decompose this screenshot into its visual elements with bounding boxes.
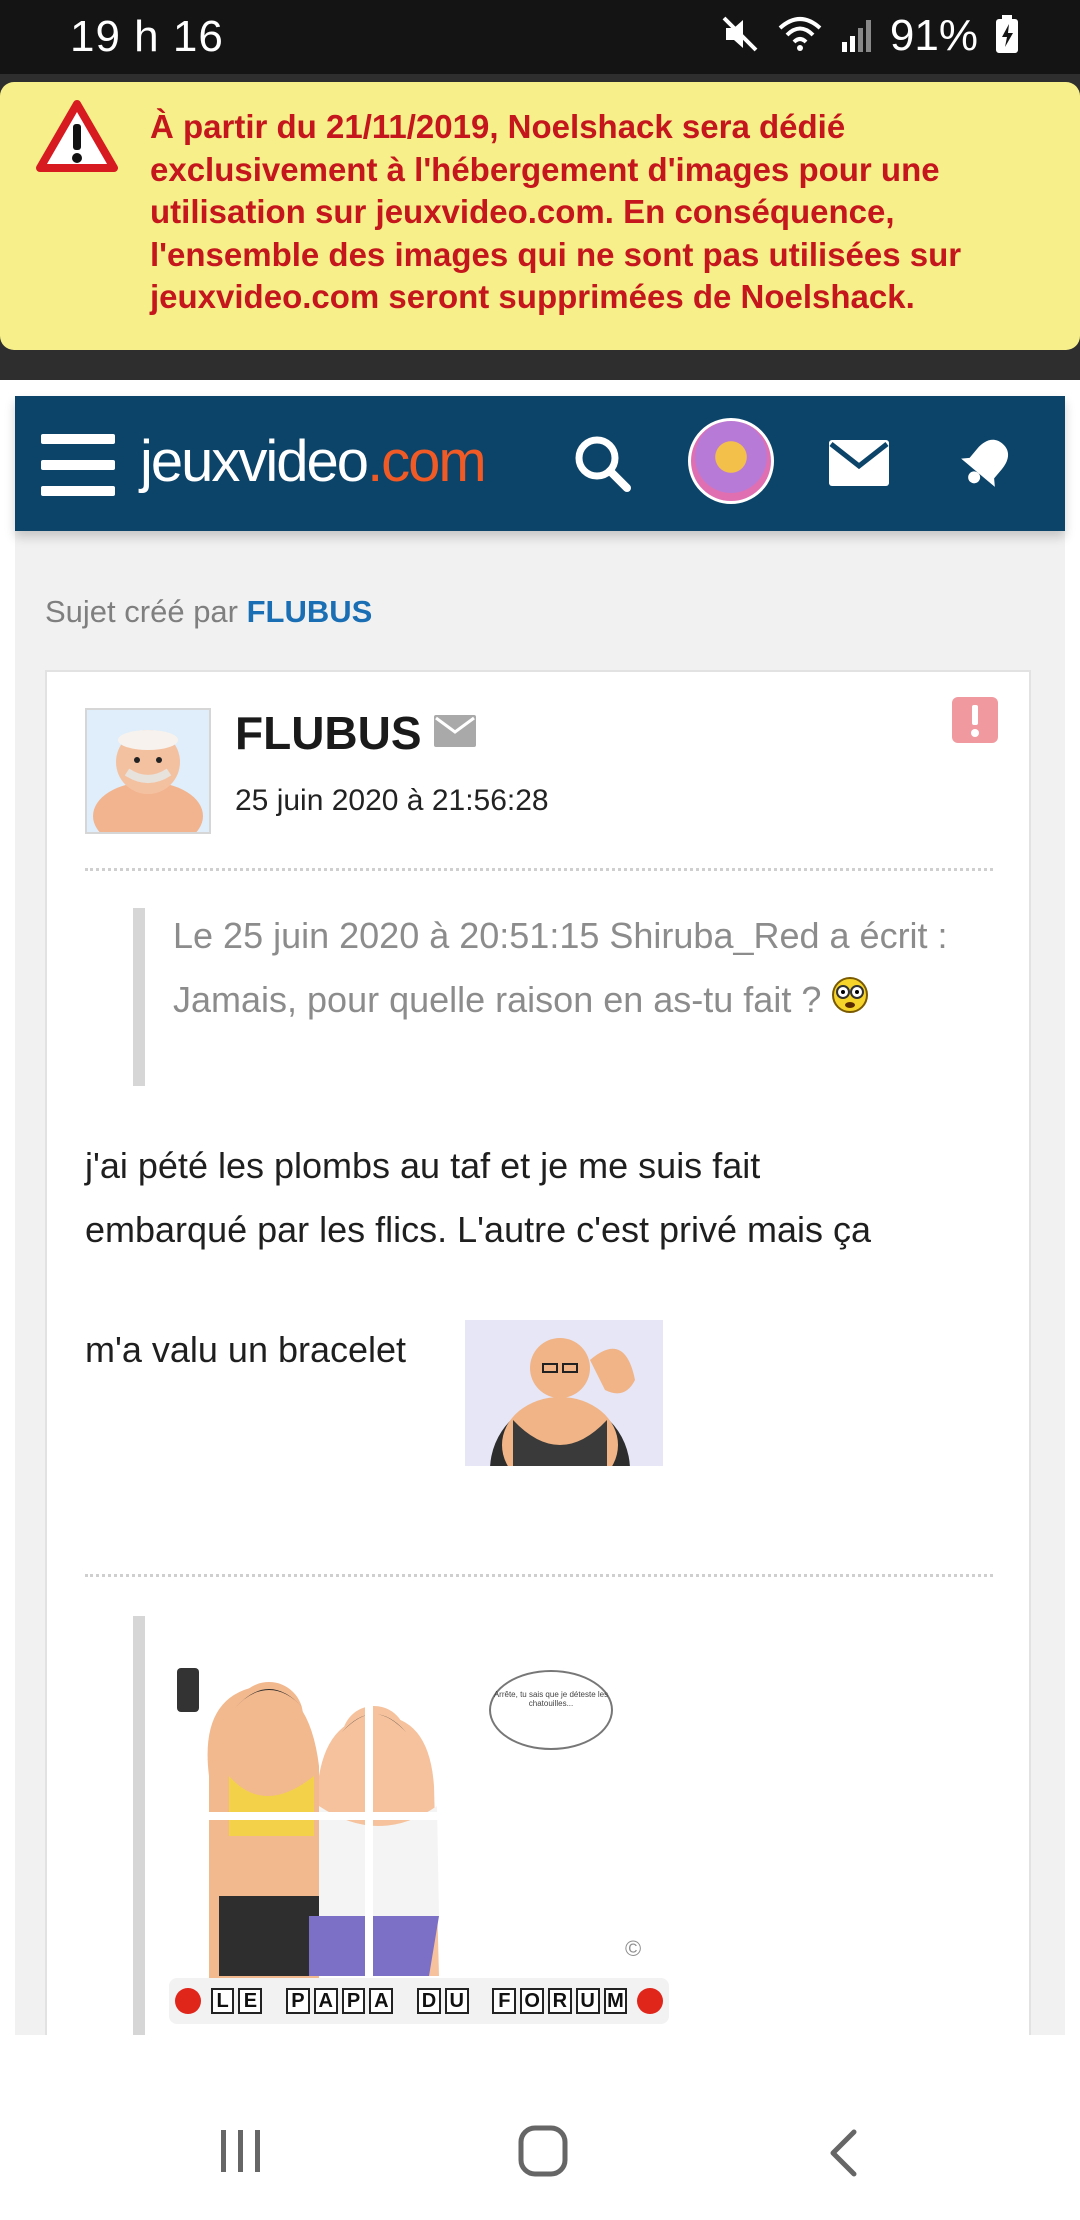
quote-header: Le 25 juin 2020 à 20:51:15 Shiruba_Red a… [173,915,948,956]
recent-apps-icon[interactable] [218,2128,264,2179]
post-header-separator [85,868,993,871]
caption-letter: L [210,1988,235,2014]
caption-letter: F [492,1988,517,2014]
quote-text: Jamais, pour quelle raison en as-tu fait… [173,979,822,1020]
post-body-line-2: embarqué par les flics. L'autre c'est pr… [85,1209,872,1250]
user-avatar[interactable] [688,418,774,504]
status-time: 19 h 16 [70,12,224,61]
back-icon[interactable] [826,2128,860,2183]
topic-created-by-label: Sujet créé par [45,594,238,629]
logo-main: jeuxvideo [140,429,369,494]
author-avatar[interactable] [85,708,211,834]
battery-charging-icon [994,14,1020,59]
mail-icon[interactable] [827,438,891,493]
banner-message: À partir du 21/11/2019, Noelshack sera d… [150,108,962,315]
caption-letter: U [444,1988,469,2014]
system-navigation-bar [0,2035,1080,2220]
noelshack-warning-banner: À partir du 21/11/2019, Noelshack sera d… [0,82,1080,350]
wifi-icon [776,14,824,59]
signature-image[interactable]: Arrête, tu sais que je déteste les chato… [169,1656,669,2024]
caption-letter: U [575,1988,600,2014]
topic-created-by: Sujet créé par FLUBUS [45,594,372,630]
caption-letter: D [417,1988,441,2014]
quote-block: Le 25 juin 2020 à 20:51:15 Shiruba_Red a… [173,904,973,1034]
forum-post: FLUBUS 25 juin 2020 à 21:56:28 Le 25 jui… [45,670,1031,2050]
caption-dot-right [637,1988,664,2014]
logo-domain: .com [367,429,487,494]
quote-bar [133,908,145,1086]
site-logo[interactable]: jeuxvideo.com [140,428,487,495]
forum-page: jeuxvideo.com Sujet créé par FLUBUS FLUB… [15,396,1065,2050]
caption-letter: A [313,1988,338,2014]
caption-letter: P [286,1988,310,2014]
topic-author-link[interactable]: FLUBUS [247,594,373,629]
battery-percentage: 91% [889,11,978,60]
caption-letter: R [547,1988,572,2014]
send-message-icon[interactable] [433,714,477,753]
search-icon[interactable] [569,430,635,501]
menu-icon[interactable] [41,434,115,496]
home-icon[interactable] [518,2125,568,2182]
post-body-line-1: j'ai pété les plombs au taf et je me sui… [85,1145,761,1186]
caption-letter: E [238,1988,263,2014]
speech-bubble: Arrête, tu sais que je déteste les chato… [489,1670,613,1750]
site-header: jeuxvideo.com [15,396,1065,531]
caption-letter: O [520,1988,544,2014]
caption-letter: A [369,1988,394,2014]
mute-icon [720,14,760,59]
signature-caption: L E P A P A D U F O R U M [169,1978,669,2024]
caption-letter: M [603,1988,628,2014]
warning-icon [34,98,120,179]
signal-icon [840,14,874,59]
caption-letter: P [341,1988,366,2014]
status-icons: 91% [720,10,1020,62]
author-name[interactable]: FLUBUS [235,706,422,760]
inline-sticker-image[interactable] [465,1320,663,1466]
notification-bell-icon[interactable] [955,430,1019,499]
post-date[interactable]: 25 juin 2020 à 21:56:28 [235,784,549,818]
status-bar: 19 h 16 91% [0,0,1080,74]
signature-separator [85,1574,993,1577]
page: jeuxvideo.com Sujet créé par FLUBUS FLUB… [0,380,1080,2050]
copyright-mark: © [625,1936,642,1961]
signature-bar [133,1616,145,2036]
report-icon[interactable] [951,696,999,749]
caption-dot-left [174,1988,201,2014]
quote-body: Jamais, pour quelle raison en as-tu fait… [173,968,973,1034]
smiley-icon [831,970,869,1034]
